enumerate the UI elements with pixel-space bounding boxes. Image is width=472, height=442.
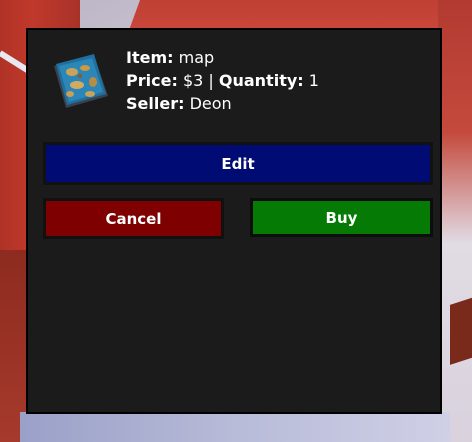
price-label: Price: <box>126 71 178 90</box>
game-viewport: Item: map Price: $3 | Quantity: 1 Seller… <box>0 0 472 442</box>
shop-listing-panel: Item: map Price: $3 | Quantity: 1 Seller… <box>26 28 442 414</box>
buy-button[interactable]: Buy <box>250 198 433 237</box>
item-value: map <box>178 48 215 67</box>
background-crate <box>450 295 472 365</box>
background-ground <box>20 412 450 442</box>
cancel-button[interactable]: Cancel <box>43 198 224 239</box>
edit-button[interactable]: Edit <box>43 142 433 185</box>
quantity-value: 1 <box>308 71 319 90</box>
item-line: Item: map <box>126 46 319 69</box>
price-quantity-line: Price: $3 | Quantity: 1 <box>126 69 319 92</box>
item-label: Item: <box>126 48 174 67</box>
seller-label: Seller: <box>126 94 185 113</box>
map-icon <box>50 52 110 110</box>
quantity-label: Quantity: <box>218 71 304 90</box>
listing-details: Item: map Price: $3 | Quantity: 1 Seller… <box>126 46 319 115</box>
seller-value: Deon <box>189 94 232 113</box>
background-roof-right <box>438 0 472 442</box>
background-roof-top <box>129 0 472 30</box>
separator: | <box>208 71 214 90</box>
seller-line: Seller: Deon <box>126 92 319 115</box>
price-value: $3 <box>182 71 204 90</box>
